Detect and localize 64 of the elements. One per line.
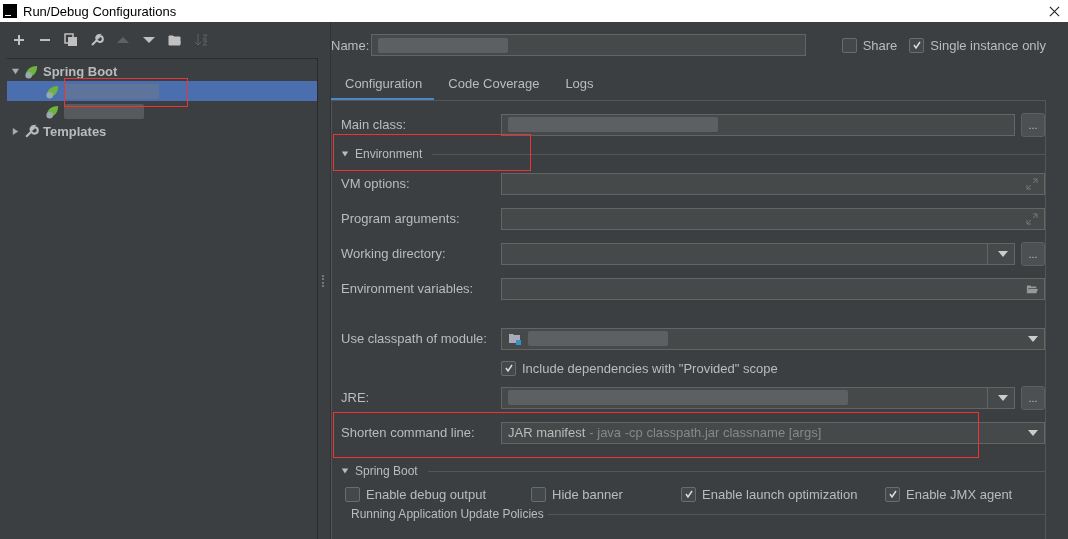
checkbox[interactable]: Include dependencies with "Provided" scope <box>501 360 778 376</box>
leaf-icon <box>45 83 60 99</box>
folder-icon[interactable] <box>168 33 182 47</box>
caret-icon[interactable] <box>1028 429 1038 436</box>
checkbox[interactable]: Enable launch optimization <box>681 486 885 502</box>
tree-label: Spring Boot <box>43 63 118 79</box>
field-value: JAR manifest <box>508 425 586 440</box>
tab[interactable]: Code Coverage <box>434 70 552 100</box>
tab[interactable]: Configuration <box>331 70 435 100</box>
field-label: Use classpath of module: <box>341 331 488 346</box>
splitter-handle[interactable] <box>322 274 326 287</box>
caret-icon[interactable] <box>1028 335 1038 342</box>
wrench-icon[interactable] <box>90 33 104 47</box>
field-hint: - java -cp classpath.jar classname [args] <box>589 425 822 440</box>
browse-button[interactable]: ... <box>1021 112 1045 137</box>
input-field[interactable] <box>501 172 1045 195</box>
check-icon <box>683 489 694 499</box>
copy-icon[interactable] <box>64 33 78 47</box>
wrench-icon <box>24 123 39 139</box>
expander-icon[interactable] <box>341 150 349 158</box>
dropdown[interactable]: JAR manifest - java -cp classpath.jar classname [args] <box>501 421 1045 444</box>
module-folder-icon <box>508 331 522 346</box>
checkbox[interactable]: Single instance only <box>909 37 1046 53</box>
field-label: JRE: <box>341 390 371 405</box>
expand-icon[interactable] <box>1026 212 1038 225</box>
browse-button[interactable]: ... <box>1021 241 1045 266</box>
tree-item[interactable]: Spring Boot <box>7 61 317 81</box>
field-label: Shorten command line: <box>341 425 476 440</box>
field-label: Program arguments: <box>341 211 461 226</box>
check-icon <box>503 363 514 373</box>
checkbox[interactable]: Hide banner <box>531 486 681 502</box>
caret-icon[interactable] <box>998 250 1008 257</box>
checkbox[interactable]: Share <box>841 37 898 53</box>
checkbox[interactable]: Enable JMX agent <box>885 486 1013 502</box>
check-icon <box>911 40 922 50</box>
expander-icon[interactable] <box>11 66 20 76</box>
check-icon <box>887 489 898 499</box>
input-field[interactable] <box>501 277 1045 300</box>
section-title: Spring Boot <box>355 464 418 478</box>
expander-icon[interactable] <box>341 467 349 475</box>
leaf-icon <box>45 103 60 119</box>
name-field[interactable] <box>371 34 806 56</box>
window-title: Run/Debug Configurations <box>23 3 177 19</box>
field-label: Name: <box>331 37 370 53</box>
leaf-icon <box>24 63 39 79</box>
input-field[interactable] <box>501 207 1045 230</box>
expand-icon[interactable] <box>1026 177 1038 190</box>
tree-item[interactable]: Templates <box>7 121 317 141</box>
close-icon[interactable] <box>1049 5 1060 17</box>
field-label: Environment variables: <box>341 281 475 296</box>
field-label: VM options: <box>341 176 411 191</box>
expander-icon[interactable] <box>11 126 20 136</box>
caret-icon[interactable] <box>998 394 1008 401</box>
browse-button[interactable]: ... <box>1021 385 1045 410</box>
main-class-field[interactable] <box>501 113 1015 136</box>
tab[interactable]: Logs <box>551 70 606 100</box>
section-title: Running Application Update Policies <box>351 507 544 521</box>
section-title: Environment <box>355 147 423 161</box>
checkbox[interactable]: Enable debug output <box>345 486 531 502</box>
add-icon[interactable] <box>12 33 26 47</box>
field-label: Main class: <box>341 117 408 132</box>
tree-label: Templates <box>43 123 107 139</box>
field-label: Working directory: <box>341 246 447 261</box>
app-logo-icon <box>3 4 17 18</box>
